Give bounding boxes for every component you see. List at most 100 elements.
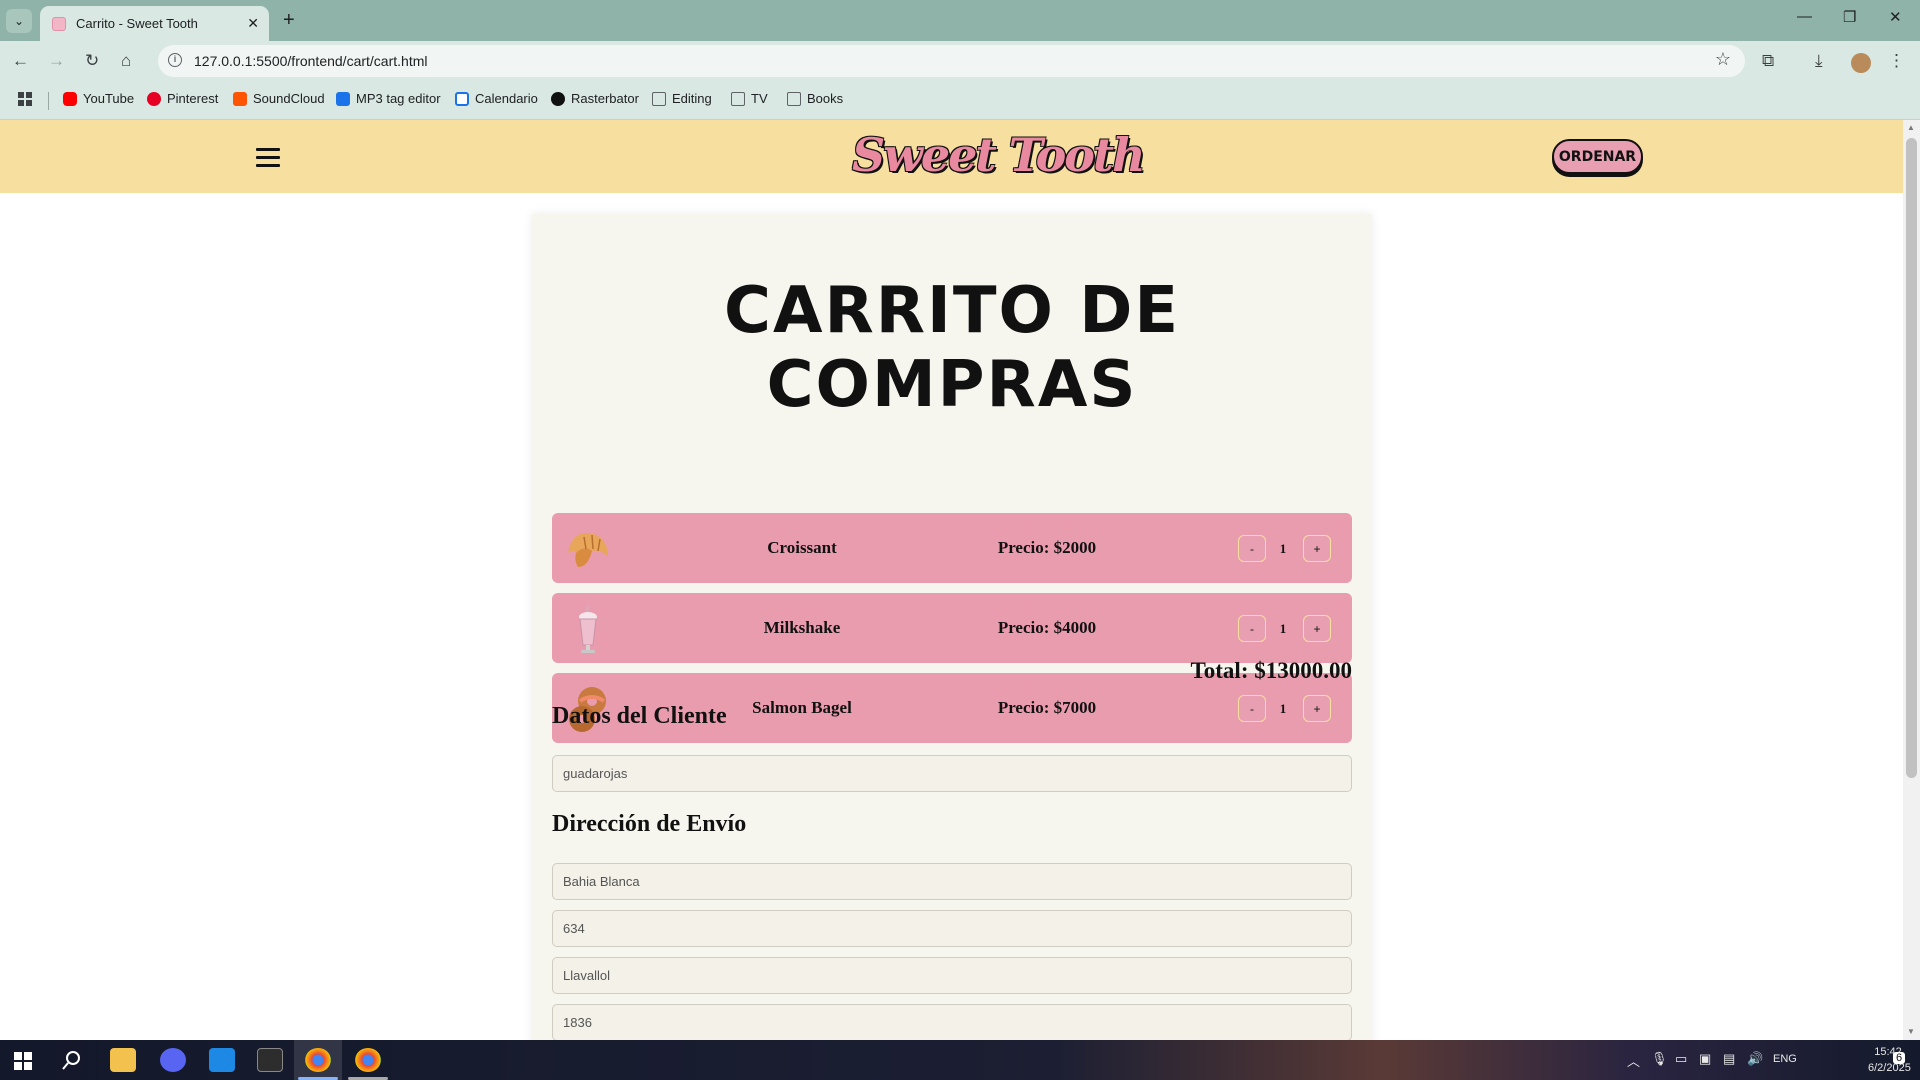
- home-icon[interactable]: ⌂: [121, 51, 131, 71]
- page-title: CARRITO DE COMPRAS: [723, 274, 1181, 422]
- new-tab-button[interactable]: +: [283, 10, 295, 30]
- folder-icon: [652, 91, 666, 106]
- tab-title: Carrito - Sweet Tooth: [76, 16, 198, 31]
- hamburger-menu-icon[interactable]: [256, 148, 280, 172]
- close-window-button[interactable]: ✕: [1889, 8, 1902, 26]
- bookmark-label: Rasterbator: [571, 91, 639, 106]
- page-viewport: Sweet Tooth ORDENAR CARRITO DE COMPRAS C…: [0, 120, 1903, 1040]
- bookmark-label: TV: [751, 91, 768, 106]
- extensions-icon[interactable]: ⧉: [1762, 51, 1774, 71]
- decrease-qty-button[interactable]: -: [1238, 695, 1266, 722]
- display-icon[interactable]: ▭: [1675, 1051, 1687, 1067]
- folder-icon: [787, 91, 801, 106]
- vscode-icon[interactable]: [209, 1048, 235, 1072]
- browser-toolbar: ← → ↻ ⌂ i 127.0.0.1:5500/frontend/cart/c…: [0, 41, 1920, 82]
- increase-qty-button[interactable]: +: [1303, 695, 1331, 722]
- bookmark-calendario[interactable]: Calendario: [455, 91, 538, 106]
- item-qty: 1: [1279, 621, 1287, 636]
- bookmark-label: MP3 tag editor: [356, 91, 441, 106]
- milkshake-icon: [579, 605, 597, 653]
- file-explorer-icon[interactable]: [110, 1048, 136, 1072]
- bookmark-pinterest[interactable]: Pinterest: [147, 91, 218, 106]
- scroll-up-icon[interactable]: ▲: [1907, 123, 1915, 132]
- scroll-down-icon[interactable]: ▼: [1907, 1027, 1915, 1036]
- item-name: Milkshake: [763, 618, 841, 637]
- site-header: Sweet Tooth ORDENAR: [0, 120, 1903, 193]
- notification-badge[interactable]: 6: [1893, 1052, 1906, 1064]
- scrollbar-thumb[interactable]: [1906, 138, 1917, 778]
- street-number-field[interactable]: 634: [552, 910, 1352, 947]
- bookmark-soundcloud[interactable]: SoundCloud: [233, 91, 325, 106]
- bookmark-star-icon[interactable]: ☆: [1715, 49, 1731, 70]
- language-indicator[interactable]: ENG: [1773, 1053, 1797, 1065]
- item-qty: 1: [1279, 541, 1287, 556]
- minimize-button[interactable]: —: [1797, 8, 1812, 25]
- item-qty: 1: [1279, 701, 1287, 716]
- bookmark-rasterbator[interactable]: Rasterbator: [551, 91, 639, 106]
- bookmark-tv[interactable]: TV: [731, 91, 768, 106]
- cart-item-milkshake: Milkshake Precio: $4000 - 1 +: [552, 593, 1352, 663]
- tab-search-button[interactable]: ⌄: [6, 9, 32, 33]
- folder-icon: [731, 91, 745, 106]
- bookmark-editing[interactable]: Editing: [652, 91, 712, 106]
- bookmarks-bar: YouTube Pinterest SoundCloud MP3 tag edi…: [0, 82, 1920, 120]
- page-scrollbar[interactable]: ▲ ▼: [1903, 120, 1920, 1040]
- restore-button[interactable]: ❐: [1843, 8, 1856, 26]
- back-arrow-icon[interactable]: ←: [12, 51, 29, 71]
- cart-card: CARRITO DE COMPRAS Croissant Precio: $20…: [532, 214, 1372, 1040]
- item-price: Precio: $2000: [997, 538, 1097, 557]
- decrease-qty-button[interactable]: -: [1238, 535, 1266, 562]
- tab-favicon-icon: [52, 16, 66, 31]
- item-price: Precio: $4000: [997, 618, 1097, 637]
- bookmark-label: Calendario: [475, 91, 538, 106]
- chrome-profile-icon[interactable]: [355, 1048, 381, 1072]
- circle-icon: [551, 91, 565, 106]
- tab-close-icon[interactable]: ✕: [247, 15, 259, 32]
- url-text[interactable]: 127.0.0.1:5500/frontend/cart/cart.html: [194, 53, 427, 69]
- bookmark-mp3-tag-editor[interactable]: MP3 tag editor: [336, 91, 441, 106]
- reload-icon[interactable]: ↻: [85, 51, 99, 71]
- site-logo[interactable]: Sweet Tooth: [852, 128, 1146, 182]
- more-menu-icon[interactable]: ⋮: [1888, 51, 1905, 71]
- client-data-heading: Datos del Cliente: [552, 703, 727, 729]
- network-icon[interactable]: ▤: [1723, 1051, 1735, 1067]
- pinterest-icon: [147, 91, 161, 106]
- volume-icon[interactable]: 🔊: [1747, 1051, 1763, 1067]
- address-bar[interactable]: i 127.0.0.1:5500/frontend/cart/cart.html…: [158, 45, 1745, 77]
- bookmark-label: Books: [807, 91, 844, 106]
- bookmark-label: SoundCloud: [253, 91, 325, 106]
- microphone-icon[interactable]: 🎙: [1651, 1051, 1668, 1067]
- browser-tab-strip: ⌄ Carrito - Sweet Tooth ✕ + — ❐ ✕: [0, 0, 1920, 41]
- shipping-address-heading: Dirección de Envío: [552, 811, 747, 837]
- meet-icon[interactable]: ▣: [1699, 1051, 1711, 1067]
- increase-qty-button[interactable]: +: [1303, 615, 1331, 642]
- profile-avatar[interactable]: [1851, 53, 1871, 73]
- locality-field[interactable]: Llavallol: [552, 957, 1352, 994]
- discord-icon[interactable]: [160, 1048, 186, 1072]
- item-name: Croissant: [767, 538, 837, 557]
- calendar-icon: [455, 91, 469, 106]
- forward-arrow-icon[interactable]: →: [48, 51, 65, 71]
- apps-grid-icon[interactable]: [18, 92, 32, 106]
- bookmark-youtube[interactable]: YouTube: [63, 91, 134, 106]
- decrease-qty-button[interactable]: -: [1238, 615, 1266, 642]
- terminal-icon[interactable]: [257, 1048, 283, 1072]
- windows-start-icon[interactable]: [14, 1052, 32, 1070]
- bookmark-label: Editing: [672, 91, 712, 106]
- order-button[interactable]: ORDENAR: [1552, 139, 1643, 174]
- bookmark-books[interactable]: Books: [787, 91, 843, 106]
- chrome-icon[interactable]: [305, 1048, 331, 1072]
- browser-tab[interactable]: Carrito - Sweet Tooth ✕: [40, 6, 269, 41]
- postal-code-field[interactable]: 1836: [552, 1004, 1352, 1040]
- croissant-icon: [568, 532, 608, 567]
- search-icon[interactable]: [62, 1050, 82, 1070]
- bookmark-label: YouTube: [83, 91, 135, 106]
- site-info-icon[interactable]: i: [168, 53, 182, 67]
- tray-chevron-icon[interactable]: ︿: [1627, 1051, 1640, 1070]
- download-icon[interactable]: ⤓: [1815, 51, 1823, 71]
- client-name-field[interactable]: guadarojas: [552, 755, 1352, 792]
- item-price: Precio: $7000: [997, 698, 1097, 717]
- city-field[interactable]: Bahia Blanca: [552, 863, 1352, 900]
- bookmarks-divider: [48, 92, 49, 110]
- increase-qty-button[interactable]: +: [1303, 535, 1331, 562]
